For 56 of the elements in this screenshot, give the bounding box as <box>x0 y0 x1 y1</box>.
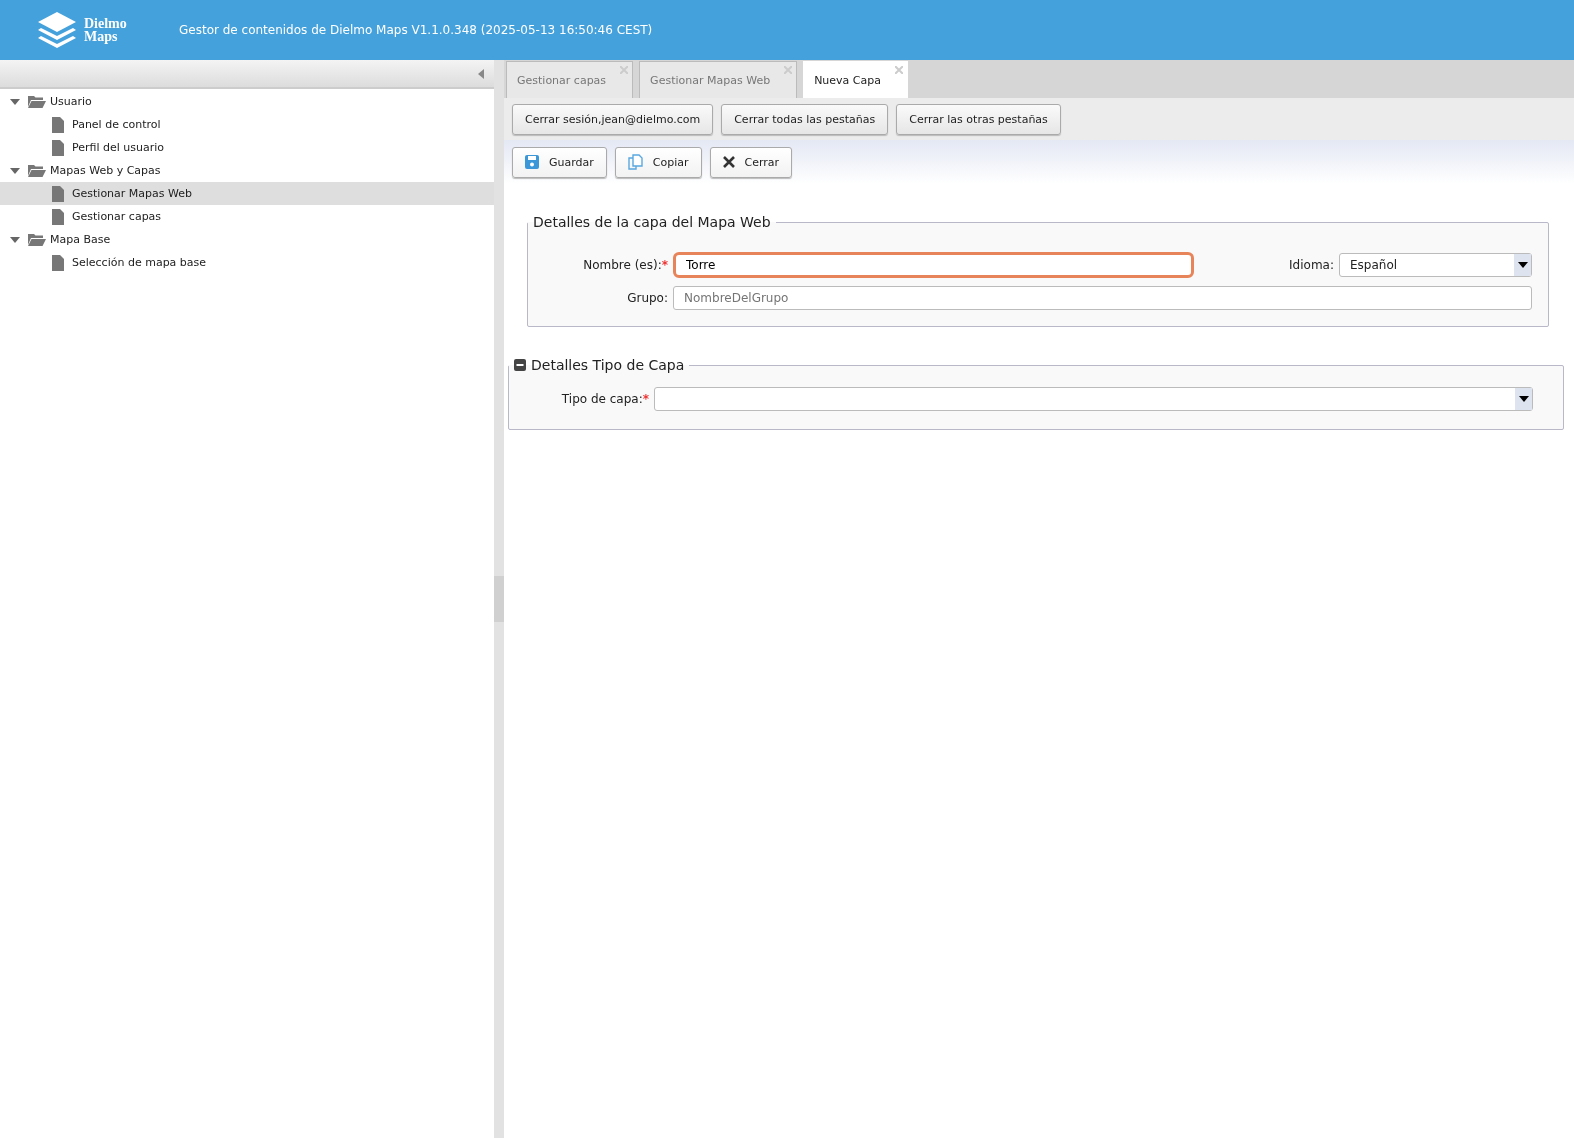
tree-label: Panel de control <box>72 118 161 131</box>
document-icon <box>52 116 64 133</box>
field-label: Idioma: <box>1288 258 1335 272</box>
layers-logo-icon <box>36 11 78 49</box>
toolbar-button[interactable]: Cerrar <box>709 146 793 178</box>
tree-label: Usuario <box>50 95 92 108</box>
tree-item[interactable]: Panel de control <box>0 113 494 136</box>
group-input[interactable]: NombreDelGrupo <box>673 286 1532 310</box>
folder-icon <box>28 95 46 108</box>
field-label: Grupo: <box>626 291 669 305</box>
tree-label: Perfil del usuario <box>72 141 165 154</box>
panel-title: Detalles de la capa del Mapa Web <box>532 214 772 230</box>
logo-wordmark: Dielmo Maps <box>84 17 127 43</box>
dropdown-icon <box>1517 262 1528 268</box>
tree-label: Selección de mapa base <box>72 256 207 269</box>
layer-type-select[interactable] <box>654 387 1533 411</box>
tree-label: Mapa Base <box>50 233 111 246</box>
tab[interactable]: Gestionar Mapas Web <box>639 61 798 98</box>
toolbar-button[interactable]: Guardar <box>512 146 607 178</box>
tree-folder[interactable]: Mapas Web y Capas <box>0 159 494 182</box>
tree-label: Gestionar capas <box>72 210 162 223</box>
copy-icon <box>627 154 643 170</box>
session-button[interactable]: Cerrar todas las pestañas <box>721 103 889 135</box>
dropdown-icon <box>1518 396 1529 402</box>
tree-item[interactable]: Gestionar Mapas Web <box>0 182 494 205</box>
document-icon <box>52 208 64 225</box>
tree-label: Mapas Web y Capas <box>50 164 161 177</box>
session-button[interactable]: Cerrar sesión,jean@dielmo.com <box>512 103 714 135</box>
field-label: Nombre (es):* <box>582 258 669 272</box>
tree-folder[interactable]: Usuario <box>0 90 494 113</box>
tree-item[interactable]: Perfil del usuario <box>0 136 494 159</box>
tree-item[interactable]: Gestionar capas <box>0 205 494 228</box>
expand-caret-icon[interactable] <box>10 167 20 174</box>
tree-label: Gestionar Mapas Web <box>72 187 193 200</box>
collapse-icon[interactable] <box>514 359 526 371</box>
session-button[interactable]: Cerrar las otras pestañas <box>896 103 1061 135</box>
document-icon <box>52 185 64 202</box>
name-input[interactable]: Torre <box>673 252 1194 278</box>
document-icon <box>52 254 64 271</box>
toolbar-button[interactable]: Copiar <box>614 146 702 178</box>
folder-icon <box>28 164 46 177</box>
tab[interactable]: Nueva Capa <box>803 61 908 98</box>
document-icon <box>52 139 64 156</box>
tab[interactable]: Gestionar capas <box>506 61 634 98</box>
expand-caret-icon[interactable] <box>10 236 20 243</box>
tree-folder[interactable]: Mapa Base <box>0 228 494 251</box>
tree-item[interactable]: Selección de mapa base <box>0 251 494 274</box>
language-select[interactable]: Español <box>1339 253 1532 277</box>
field-label: Tipo de capa:* <box>560 392 650 406</box>
folder-icon <box>28 233 46 246</box>
save-icon <box>525 155 539 169</box>
close-icon <box>722 156 735 168</box>
expand-caret-icon[interactable] <box>10 98 20 105</box>
close-icon[interactable] <box>895 66 903 74</box>
app-title: Gestor de contenidos de Dielmo Maps V1.1.0.348 (2025-05-13 16:50:46 CEST) <box>179 23 653 37</box>
panel-title: Detalles Tipo de Capa <box>531 357 685 373</box>
